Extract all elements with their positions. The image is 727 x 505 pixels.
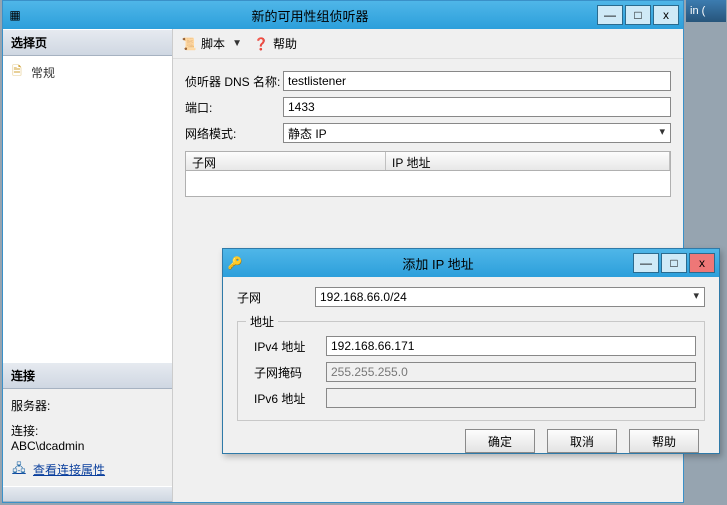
page-list: 🗎 常规 bbox=[3, 56, 172, 362]
dialog-title: 添加 IP 地址 bbox=[243, 254, 633, 273]
subnet-mask-input bbox=[326, 362, 696, 382]
server-row: 服务器: bbox=[11, 397, 164, 414]
subnet-select-wrap[interactable] bbox=[315, 287, 705, 307]
help-button[interactable]: ❓ 帮助 bbox=[253, 35, 297, 52]
mask-label: 子网掩码 bbox=[246, 364, 326, 381]
connection-row: 连接: ABC\dcadmin bbox=[11, 422, 164, 453]
help-label: 帮助 bbox=[273, 35, 297, 52]
bottom-section-header bbox=[3, 486, 172, 502]
connection-value: ABC\dcadmin bbox=[11, 439, 164, 453]
sidebar-item-general[interactable]: 🗎 常规 bbox=[9, 62, 166, 83]
page-icon: 🗎 bbox=[9, 65, 25, 81]
connection-body: 服务器: 连接: ABC\dcadmin 🖧 查看连接属性 bbox=[3, 389, 172, 486]
ok-button[interactable]: 确定 bbox=[465, 429, 535, 453]
ipv6-label: IPv6 地址 bbox=[246, 390, 326, 407]
ipv4-label: IPv4 地址 bbox=[246, 338, 326, 355]
ipv6-row: IPv6 地址 bbox=[246, 388, 696, 408]
dialog-close-button[interactable]: x bbox=[689, 253, 715, 273]
help-icon: ❓ bbox=[253, 36, 269, 52]
subnet-row: 子网 bbox=[237, 287, 705, 307]
window-controls: — □ x bbox=[597, 5, 679, 25]
dialog-titlebar[interactable]: 🔑 添加 IP 地址 — □ x bbox=[223, 249, 719, 277]
dialog-body: 子网 地址 IPv4 地址 子网掩码 IPv6 地址 确定 取消 帮助 bbox=[223, 277, 719, 463]
subnet-label: 子网 bbox=[237, 289, 315, 306]
minimize-button[interactable]: — bbox=[597, 5, 623, 25]
dns-label: 侦听器 DNS 名称: bbox=[185, 73, 283, 90]
script-icon: 📜 bbox=[181, 36, 197, 52]
dialog-maximize-button[interactable]: □ bbox=[661, 253, 687, 273]
dialog-window-controls: — □ x bbox=[633, 253, 715, 273]
view-connection-properties-label: 查看连接属性 bbox=[33, 461, 105, 478]
dropdown-icon: ▼ bbox=[229, 36, 245, 52]
netmode-label: 网络模式: bbox=[185, 125, 283, 142]
port-label: 端口: bbox=[185, 99, 283, 116]
sidebar-item-label: 常规 bbox=[31, 64, 55, 81]
main-title: 新的可用性组侦听器 bbox=[23, 6, 597, 25]
netmode-select-wrap[interactable] bbox=[283, 123, 671, 143]
dialog-minimize-button[interactable]: — bbox=[633, 253, 659, 273]
connection-section: 连接 服务器: 连接: ABC\dcadmin 🖧 查看连接属性 bbox=[3, 362, 172, 486]
toolbar: 📜 脚本 ▼ ❓ 帮助 bbox=[173, 29, 683, 59]
add-ip-dialog: 🔑 添加 IP 地址 — □ x 子网 地址 IPv4 地址 子网掩码 bbox=[222, 248, 720, 454]
ip-grid-body[interactable] bbox=[185, 171, 671, 197]
script-label: 脚本 bbox=[201, 35, 225, 52]
dialog-help-button[interactable]: 帮助 bbox=[629, 429, 699, 453]
dns-row: 侦听器 DNS 名称: bbox=[185, 71, 671, 91]
dialog-icon: 🔑 bbox=[227, 255, 243, 271]
netmode-row: 网络模式: bbox=[185, 123, 671, 143]
ip-grid-header: 子网 IP 地址 bbox=[185, 151, 671, 171]
app-icon: ▦ bbox=[7, 7, 23, 23]
select-page-header: 选择页 bbox=[3, 29, 172, 56]
grid-col-ip[interactable]: IP 地址 bbox=[386, 152, 670, 170]
ipv6-input bbox=[326, 388, 696, 408]
server-label: 服务器: bbox=[11, 397, 164, 414]
connection-label: 连接: bbox=[11, 422, 164, 439]
maximize-button[interactable]: □ bbox=[625, 5, 651, 25]
address-legend: 地址 bbox=[246, 313, 278, 330]
main-titlebar[interactable]: ▦ 新的可用性组侦听器 — □ x bbox=[3, 1, 683, 29]
close-button[interactable]: x bbox=[653, 5, 679, 25]
grid-col-subnet[interactable]: 子网 bbox=[186, 152, 386, 170]
ipv4-row: IPv4 地址 bbox=[246, 336, 696, 356]
ipv4-input[interactable] bbox=[326, 336, 696, 356]
properties-icon: 🖧 bbox=[11, 462, 27, 478]
background-window-fragment: in ( bbox=[686, 0, 726, 22]
dialog-buttons: 确定 取消 帮助 bbox=[237, 429, 705, 453]
cancel-button[interactable]: 取消 bbox=[547, 429, 617, 453]
port-input[interactable] bbox=[283, 97, 671, 117]
view-connection-properties-link[interactable]: 🖧 查看连接属性 bbox=[11, 461, 164, 478]
dns-name-input[interactable] bbox=[283, 71, 671, 91]
netmode-select[interactable] bbox=[283, 123, 671, 143]
mask-row: 子网掩码 bbox=[246, 362, 696, 382]
script-button[interactable]: 📜 脚本 ▼ bbox=[181, 35, 245, 52]
address-fieldset: 地址 IPv4 地址 子网掩码 IPv6 地址 bbox=[237, 313, 705, 421]
left-column: 选择页 🗎 常规 连接 服务器: 连接: ABC\dcadmin bbox=[3, 29, 173, 502]
port-row: 端口: bbox=[185, 97, 671, 117]
connection-header: 连接 bbox=[3, 362, 172, 389]
subnet-select[interactable] bbox=[315, 287, 705, 307]
